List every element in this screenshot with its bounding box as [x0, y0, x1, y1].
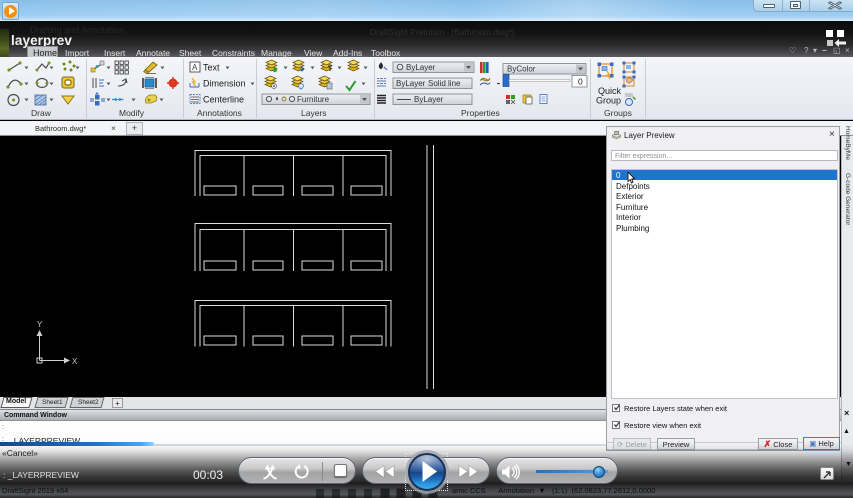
svg-text:Centerline: Centerline	[203, 95, 244, 105]
svg-text:Y: Y	[37, 320, 43, 329]
svg-text:Furniture: Furniture	[297, 95, 330, 104]
svg-text:ByLayer: ByLayer	[406, 63, 436, 72]
svg-text:A: A	[192, 63, 198, 72]
svg-text:Group: Group	[596, 96, 621, 106]
svg-text:ByLayer: ByLayer	[414, 95, 444, 104]
svg-text:ByLayer: ByLayer	[396, 79, 426, 88]
svg-text:Quick: Quick	[598, 86, 622, 96]
svg-text:Solid line: Solid line	[428, 79, 461, 88]
svg-text:ByColor: ByColor	[507, 65, 536, 74]
svg-text:Text: Text	[203, 63, 220, 73]
svg-text:X: X	[72, 357, 78, 366]
svg-text:Dimension: Dimension	[203, 79, 246, 89]
svg-text:0: 0	[578, 77, 583, 87]
